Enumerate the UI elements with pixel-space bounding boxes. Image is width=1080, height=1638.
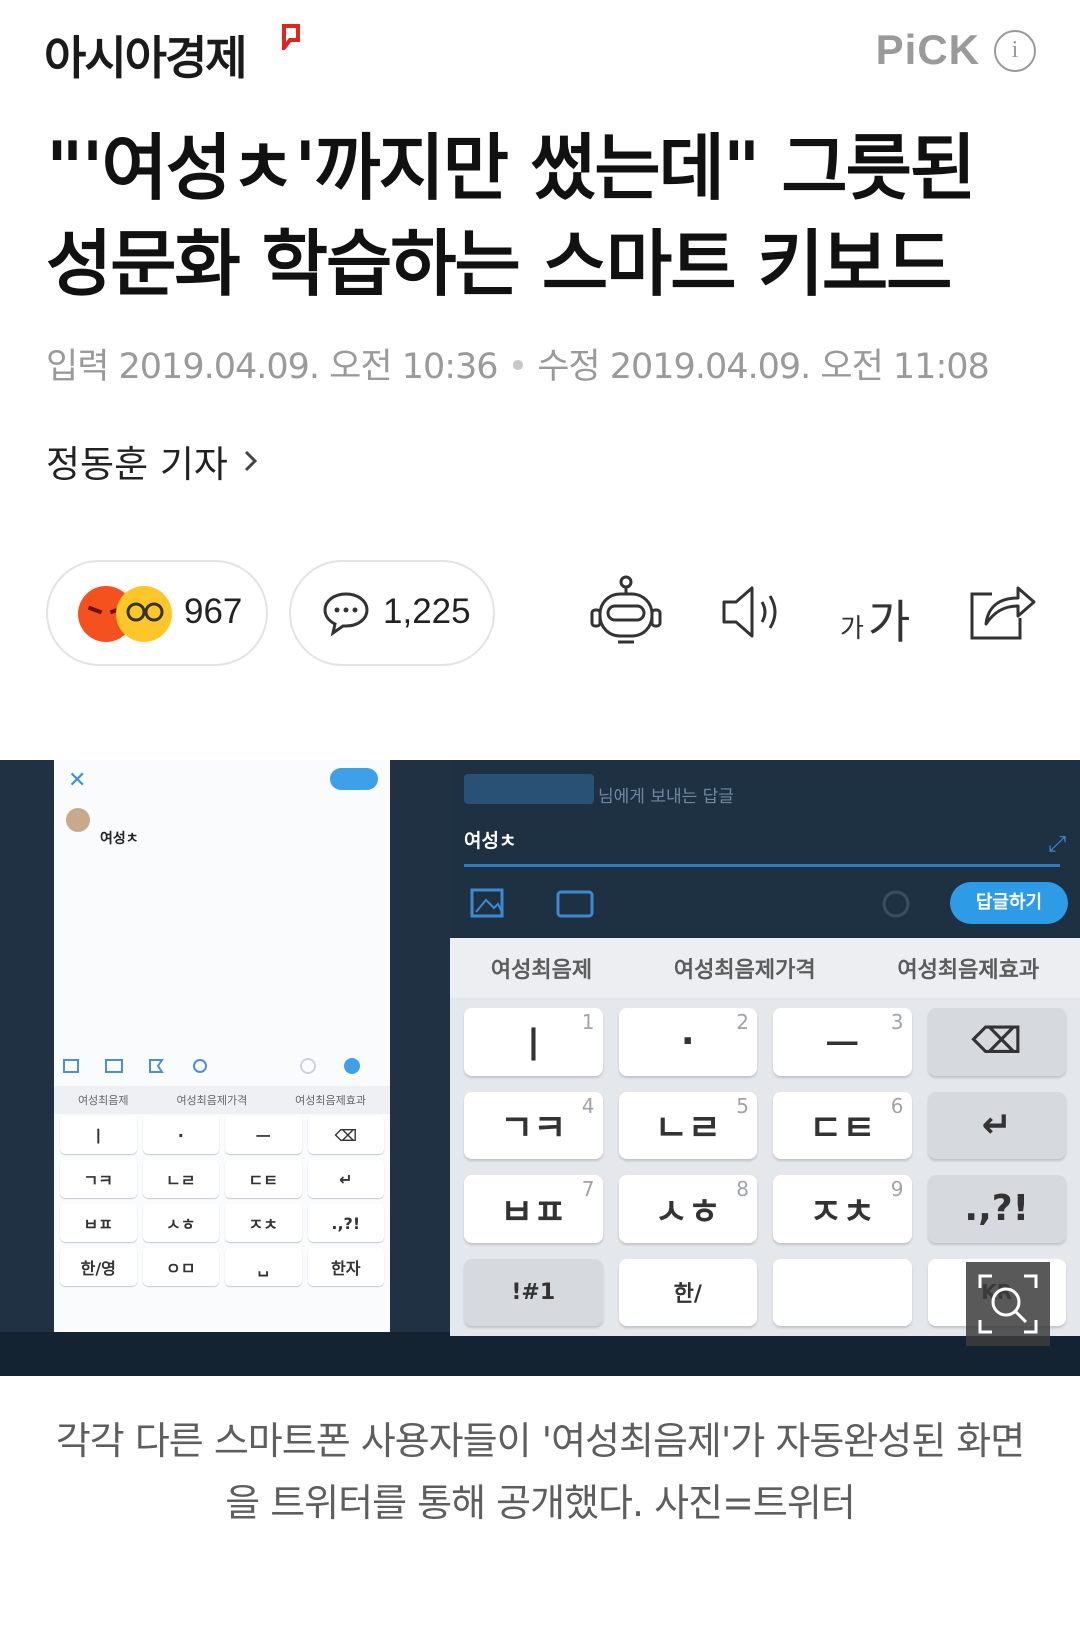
article-title: "'여성ㅊ'까지만 썼는데" 그릇된 성문화 학습하는 스마트 키보드 bbox=[46, 126, 976, 306]
date-modified: 수정 2019.04.09. 오전 11:08 bbox=[537, 347, 990, 387]
left-key: ⌫ bbox=[307, 1116, 384, 1154]
right-key: · 2 bbox=[618, 1008, 757, 1076]
share-icon bbox=[970, 586, 1036, 640]
left-key: 한/영 bbox=[60, 1248, 137, 1286]
right-typed-text: 여성ㅊ bbox=[464, 830, 517, 852]
logo-mark-icon bbox=[282, 24, 300, 50]
right-key: ㅣ1 bbox=[464, 1008, 603, 1076]
publisher-logo[interactable]: 아시아경제 bbox=[44, 22, 248, 88]
right-reply-header: 님에게 보내는 답글 bbox=[450, 760, 1080, 820]
reaction-count: 967 bbox=[184, 592, 243, 631]
comment-count: 1,225 bbox=[383, 592, 471, 631]
send-pill bbox=[330, 768, 378, 790]
right-key: ㄱㅋ 4 bbox=[464, 1091, 603, 1159]
left-phone-screenshot: ✕ 여성ㅊ 여성최음제 여성최음제가격 여성최음제효과 ㅣ · ㅡ ⌫ ㄱㅋ ㄴ… bbox=[0, 760, 450, 1376]
left-key: ㅡ bbox=[225, 1116, 302, 1154]
left-key: ㅅㅎ bbox=[142, 1204, 219, 1242]
reply-button: 답글하기 bbox=[950, 882, 1068, 924]
right-key: ㅈㅊ 9 bbox=[773, 1175, 912, 1243]
share-button[interactable] bbox=[960, 572, 1040, 652]
right-suggestion-bar: 여성최음제 여성최음제가격 여성최음제효과 bbox=[450, 938, 1080, 998]
right-key-backspace: ⌫ bbox=[927, 1008, 1066, 1076]
left-suggestion-2: 여성최음제가격 bbox=[176, 1094, 248, 1107]
comment-button[interactable]: 1,225 bbox=[289, 560, 495, 666]
right-key: !#1 bbox=[464, 1258, 603, 1326]
left-suggestion-1: 여성최음제 bbox=[77, 1094, 129, 1107]
left-keyboard: ㅣ · ㅡ ⌫ ㄱㅋ ㄴㄹ ㄷㅌ ↵ ㅂㅍ ㅅㅎ ㅈㅊ .,?! 한/영 ㅇㅁ … bbox=[60, 1116, 384, 1330]
right-suggestion-2: 여성최음제가격 bbox=[673, 958, 816, 983]
right-key-space bbox=[773, 1258, 912, 1326]
right-suggestion-1: 여성최음제 bbox=[490, 958, 593, 983]
speaker-icon bbox=[722, 586, 777, 638]
reaction-button[interactable]: 967 bbox=[46, 560, 268, 666]
photo-caption: 각각 다른 스마트폰 사용자들이 '여성최음제'가 자동완성된 화면을 트위터를… bbox=[55, 1419, 1025, 1525]
avatar bbox=[66, 808, 90, 832]
top-bar: 아시아경제 PiCK i bbox=[0, 0, 1080, 110]
info-icon[interactable]: i bbox=[994, 30, 1036, 72]
left-key: · bbox=[142, 1116, 219, 1154]
date-input: 입력 2019.04.09. 오전 10:36 bbox=[46, 347, 499, 387]
article-dates: 입력 2019.04.09. 오전 10:36 • 수정 2019.04.09. 오… bbox=[46, 338, 990, 389]
blurred-username bbox=[464, 774, 594, 804]
expand-icon: ⤢ bbox=[1048, 832, 1066, 857]
font-size-small-label: 가 bbox=[840, 614, 864, 644]
left-typed-text: 여성ㅊ bbox=[100, 831, 139, 847]
left-key: 한자 bbox=[307, 1248, 384, 1286]
left-key: ␣ bbox=[225, 1248, 302, 1286]
font-size-button[interactable]: 가 가 bbox=[836, 572, 916, 652]
right-key-punct: .,?! bbox=[927, 1175, 1066, 1243]
left-key: ㅇㅁ bbox=[142, 1248, 219, 1286]
chevron-right-icon bbox=[244, 450, 258, 472]
reply-to-label: 님에게 보내는 답글 bbox=[598, 787, 734, 807]
left-key: ㄴㄹ bbox=[142, 1160, 219, 1198]
left-key: ↵ bbox=[307, 1160, 384, 1198]
left-suggestion-bar: 여성최음제 여성최음제가격 여성최음제효과 bbox=[54, 1086, 390, 1114]
reporter-name: 정동훈 기자 bbox=[46, 443, 228, 486]
pick-badge[interactable]: PiCK bbox=[876, 26, 980, 74]
text-to-speech-button[interactable] bbox=[712, 572, 792, 652]
left-key: ㄱㅋ bbox=[60, 1160, 137, 1198]
reporter-link[interactable]: 정동훈 기자 bbox=[46, 434, 262, 488]
article-photo[interactable]: ✕ 여성ㅊ 여성최음제 여성최음제가격 여성최음제효과 ㅣ · ㅡ ⌫ ㄱㅋ ㄴ… bbox=[0, 760, 1080, 1376]
close-icon: ✕ bbox=[68, 768, 87, 793]
left-suggestion-3: 여성최음제효과 bbox=[295, 1094, 367, 1107]
font-size-big-label: 가 bbox=[868, 595, 911, 649]
right-key: ㅅㅎ 8 bbox=[618, 1175, 757, 1243]
right-key: ㅂㅍ 7 bbox=[464, 1175, 603, 1243]
image-zoom-button[interactable] bbox=[966, 1262, 1050, 1346]
left-nav-bar bbox=[0, 1332, 450, 1376]
magnifier-icon bbox=[978, 1274, 1038, 1334]
robot-icon bbox=[590, 575, 662, 644]
right-key: 한/ bbox=[618, 1258, 757, 1326]
right-key: ㄷㅌ 6 bbox=[773, 1091, 912, 1159]
summary-bot-button[interactable] bbox=[586, 572, 666, 652]
right-key-enter: ↵ bbox=[927, 1091, 1066, 1159]
left-key: ㅈㅊ bbox=[225, 1204, 302, 1242]
right-key: ㅡ3 bbox=[773, 1008, 912, 1076]
separator-dot: • bbox=[507, 347, 529, 387]
comment-bubble-icon bbox=[323, 592, 369, 637]
left-key: ㄷㅌ bbox=[225, 1160, 302, 1198]
left-key: .,?! bbox=[307, 1204, 384, 1242]
nerd-emoji-icon bbox=[116, 586, 172, 642]
left-phone-screen: ✕ 여성ㅊ 여성최음제 여성최음제가격 여성최음제효과 ㅣ · ㅡ ⌫ ㄱㅋ ㄴ… bbox=[54, 760, 390, 1332]
left-key: ㅂㅍ bbox=[60, 1204, 137, 1242]
left-toolbar-icons bbox=[63, 1058, 360, 1074]
input-underline bbox=[464, 864, 1060, 867]
right-suggestion-3: 여성최음제효과 bbox=[897, 958, 1040, 983]
left-key: ㅣ bbox=[60, 1116, 137, 1154]
right-key: ㄴㄹ 5 bbox=[618, 1091, 757, 1159]
